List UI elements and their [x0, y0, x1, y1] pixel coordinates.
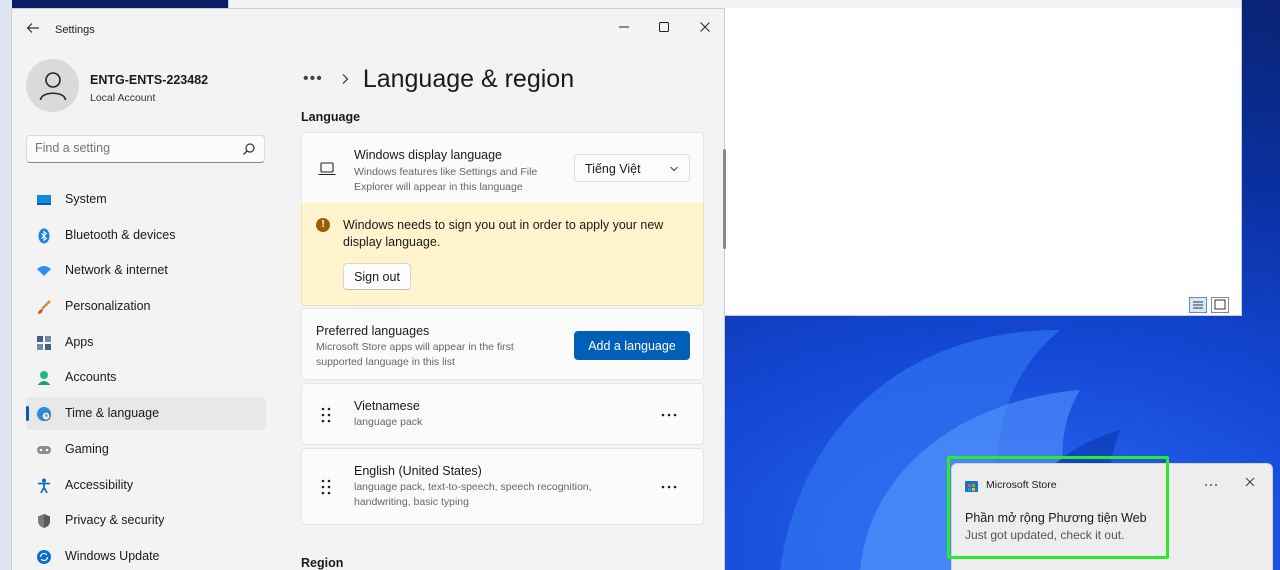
sidebar-item-label: Bluetooth & devices	[65, 227, 176, 242]
accounts-icon	[37, 371, 51, 386]
page-title: Language & region	[362, 64, 575, 93]
sidebar-item-label: Network & internet	[65, 263, 168, 278]
warning-message: Windows needs to sign you out in order t…	[343, 218, 664, 249]
preferred-languages-description: Microsoft Store apps will appear in the …	[316, 341, 514, 368]
list-view-icon	[1193, 301, 1203, 309]
microsoft-store-icon	[965, 481, 978, 492]
shield-icon	[38, 514, 50, 529]
sidebar-item-accounts[interactable]: Accounts	[26, 361, 266, 394]
toast-body: Just got updated, check it out.	[965, 528, 1125, 542]
sidebar-item-system[interactable]: System	[26, 183, 266, 216]
search-box[interactable]	[26, 135, 265, 163]
sidebar-item-label: Time & language	[65, 406, 160, 421]
account-type: Local Account	[90, 92, 156, 104]
language-details: language pack, text-to-speech, speech re…	[354, 481, 592, 508]
sign-out-infobar: ! Windows needs to sign you out in order…	[301, 203, 704, 306]
sidebar-item-label: Apps	[65, 334, 94, 349]
close-icon[interactable]	[1244, 476, 1256, 488]
content-pane: ••• Language & region Language Windows d…	[300, 9, 726, 570]
details-view-button[interactable]	[1189, 297, 1207, 313]
sidebar-item-gaming[interactable]: Gaming	[26, 433, 266, 466]
more-options-icon[interactable]	[1204, 477, 1218, 491]
chevron-down-icon	[670, 166, 678, 172]
sidebar-item-label: Privacy & security	[65, 513, 165, 528]
sidebar-nav: System Bluetooth & devices Network & int…	[26, 183, 266, 570]
sidebar-item-accessibility[interactable]: Accessibility	[26, 469, 266, 502]
wifi-icon	[37, 266, 51, 277]
sidebar-item-label: Windows Update	[65, 548, 160, 563]
search-input[interactable]	[35, 141, 235, 155]
toast-notification[interactable]: Microsoft Store Phần mở rộng Phương tiện…	[951, 463, 1273, 570]
more-options-icon[interactable]	[659, 477, 679, 497]
sidebar-item-personalization[interactable]: Personalization	[26, 290, 266, 323]
sidebar-item-label: Gaming	[65, 441, 109, 456]
gamepad-icon	[37, 445, 51, 454]
display-language-title: Windows display language	[354, 148, 503, 162]
search-icon[interactable]	[242, 142, 256, 156]
update-icon	[37, 549, 51, 564]
warning-icon: !	[316, 218, 330, 232]
back-button[interactable]	[24, 21, 42, 39]
account-name: ENTG-ENTS-223482	[90, 73, 209, 87]
sign-out-button[interactable]: Sign out	[343, 263, 411, 290]
display-language-dropdown[interactable]: Tiếng Việt	[574, 154, 690, 182]
settings-window: Settings ENTG-ENTS-223482 Local Account …	[11, 8, 726, 570]
scrollbar[interactable]	[723, 149, 726, 249]
user-icon	[39, 72, 67, 101]
preferred-languages-title: Preferred languages	[316, 324, 430, 338]
preferred-languages-card: Preferred languages Microsoft Store apps…	[301, 308, 704, 380]
sidebar-item-windows-update[interactable]: Windows Update	[26, 540, 266, 570]
drag-handle-icon[interactable]	[321, 479, 331, 495]
apps-icon	[37, 335, 51, 350]
display-language-description: Windows features like Settings and File …	[354, 166, 538, 193]
avatar	[26, 59, 79, 112]
sidebar-item-label: Personalization	[65, 299, 151, 314]
brush-icon	[38, 300, 51, 315]
display-language-card: Windows display language Windows feature…	[301, 132, 704, 204]
breadcrumb-more-button[interactable]: •••	[303, 70, 323, 88]
sidebar-item-time-language[interactable]: Time & language	[26, 397, 266, 431]
language-details: language pack	[354, 416, 423, 428]
tiles-view-button[interactable]	[1211, 297, 1229, 313]
add-language-button[interactable]: Add a language	[574, 331, 690, 360]
globe-clock-icon	[37, 407, 51, 422]
section-heading-language: Language	[301, 110, 361, 124]
breadcrumb: ••• Language & region	[303, 61, 574, 97]
back-arrow-icon	[26, 23, 39, 33]
bluetooth-icon	[38, 228, 50, 244]
language-name: English (United States)	[354, 464, 482, 478]
toast-title: Phần mở rộng Phương tiện Web	[965, 511, 1147, 525]
sidebar-item-bluetooth[interactable]: Bluetooth & devices	[26, 219, 266, 252]
background-window-topbar	[229, 0, 1241, 8]
sidebar-item-label: Accessibility	[65, 477, 134, 492]
system-icon	[37, 195, 51, 205]
sidebar-item-apps[interactable]: Apps	[26, 326, 266, 359]
toast-app-name: Microsoft Store	[986, 479, 1057, 491]
chevron-right-icon	[342, 74, 349, 84]
language-item-english[interactable]: English (United States) language pack, t…	[301, 448, 704, 525]
language-item-vietnamese[interactable]: Vietnamese language pack	[301, 383, 704, 445]
language-name: Vietnamese	[354, 399, 420, 413]
sidebar-item-label: Accounts	[65, 370, 117, 385]
sidebar-item-network[interactable]: Network & internet	[26, 254, 266, 287]
drag-handle-icon[interactable]	[321, 407, 331, 423]
accessibility-icon	[38, 478, 50, 493]
tiles-view-icon	[1214, 299, 1226, 310]
section-heading-region: Region	[301, 556, 344, 570]
view-switcher	[1189, 297, 1229, 313]
display-language-value: Tiếng Việt	[585, 162, 641, 176]
more-options-icon[interactable]	[659, 405, 679, 425]
app-title: Settings	[55, 24, 95, 36]
sidebar-item-privacy[interactable]: Privacy & security	[26, 504, 266, 537]
sidebar-item-label: System	[65, 192, 107, 206]
laptop-icon	[318, 162, 336, 176]
